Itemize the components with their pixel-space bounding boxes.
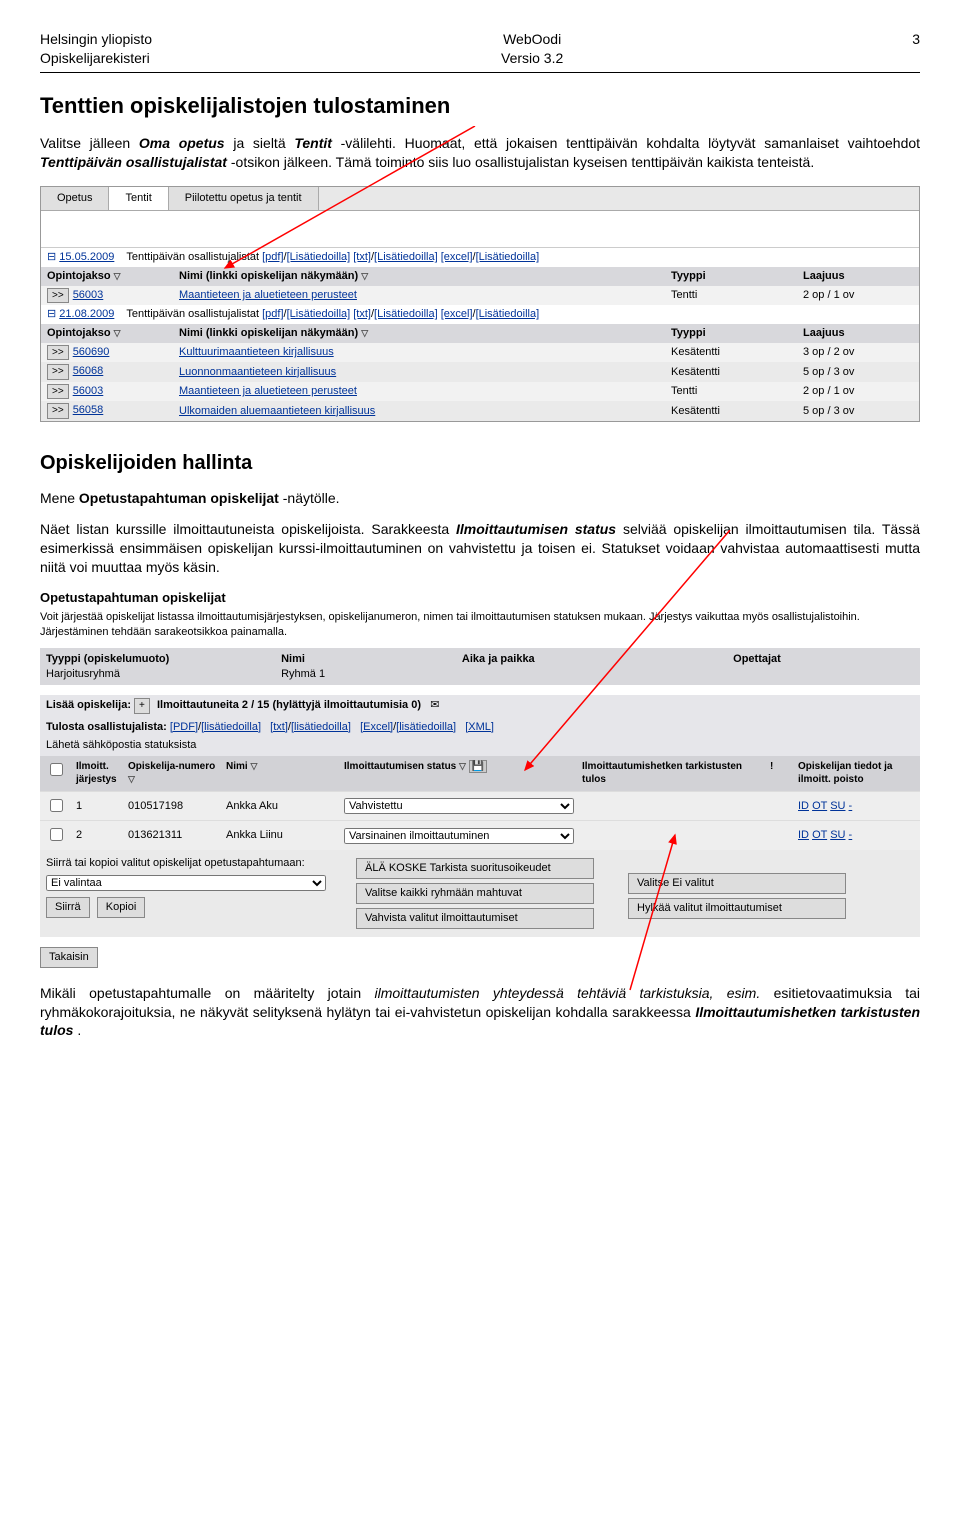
student-header: Ilmoitt. järjestys Opiskelija-numero ▽ N… — [40, 756, 920, 791]
tool-row-2: Tulosta osallistujalista: [PDF]/[lisätie… — [40, 717, 920, 738]
add-student-icon[interactable]: + — [134, 698, 150, 714]
header-center-1: WebOodi — [501, 30, 563, 49]
emph-tenttipaivan: Tenttipäivän osallistujalistat — [40, 154, 227, 170]
header-divider — [40, 72, 920, 73]
row-checkbox[interactable] — [50, 828, 63, 841]
code-link[interactable]: 56003 — [73, 289, 104, 301]
student-row-1: 1 010517198 Ankka Aku Vahvistettu ID OT … — [40, 791, 920, 821]
date-2[interactable]: 21.08.2009 — [59, 308, 114, 320]
header-center-2: Versio 3.2 — [501, 49, 563, 68]
tool-row-3: Lähetä sähköpostia statuksista — [40, 738, 920, 756]
header-left-2: Opiskelijarekisteri — [40, 49, 152, 68]
emph-tentit: Tentit — [294, 135, 332, 151]
takaisin-button[interactable]: Takaisin — [40, 947, 98, 968]
tab-bar: Opetus Tentit Piilotettu opetus ja tenti… — [41, 187, 919, 211]
select-all-checkbox[interactable] — [50, 763, 63, 776]
paragraph-1: Valitse jälleen Oma opetus ja sieltä Ten… — [40, 134, 920, 172]
btn-hylkaa[interactable]: Hylkää valitut ilmoittautumiset — [628, 898, 846, 919]
paragraph-3: Näet listan kurssille ilmoittautuneista … — [40, 520, 920, 577]
paragraph-4: Mikäli opetustapahtumalle on määritelty … — [40, 984, 920, 1041]
link-pdf-1[interactable]: [pdf] — [262, 251, 283, 263]
btn-vahvista[interactable]: Vahvista valitut ilmoittautumiset — [356, 908, 594, 929]
move-select[interactable]: Ei valintaa — [46, 875, 326, 891]
shot2-title: Opetustapahtuman opiskelijat — [40, 589, 920, 607]
shot2-intro: Voit järjestää opiskelijat listassa ilmo… — [40, 610, 920, 640]
tool-row-1: Lisää opiskelija: + Ilmoittautuneita 2 /… — [40, 695, 920, 717]
emph-oma-opetus: Oma opetus — [139, 135, 225, 151]
screenshot-opiskelijat: Opetustapahtuman opiskelijat Voit järjes… — [40, 589, 920, 970]
student-row-2: 2 013621311 Ankka Liinu Varsinainen ilmo… — [40, 820, 920, 850]
page-header: Helsingin yliopisto Opiskelijarekisteri … — [40, 30, 920, 68]
section-title-1: Tenttien opiskelijalistojen tulostaminen — [40, 91, 920, 121]
btn-valitse-ei[interactable]: Valitse Ei valitut — [628, 873, 846, 894]
footer-controls: Siirrä tai kopioi valitut opiskelijat op… — [40, 850, 920, 937]
mail-icon[interactable]: ✉ — [430, 699, 439, 711]
tab-tentit[interactable]: Tentit — [109, 187, 168, 210]
info-bar: Tyyppi (opiskelumuoto) Harjoitusryhmä Ni… — [40, 648, 920, 686]
section-title-2: Opiskelijoiden hallinta — [40, 450, 920, 477]
screenshot-tabs-table: Opetus Tentit Piilotettu opetus ja tenti… — [40, 186, 920, 422]
status-select-2[interactable]: Varsinainen ilmoittautuminen — [344, 828, 574, 844]
tab-opetus[interactable]: Opetus — [41, 187, 109, 210]
tab-piilotettu[interactable]: Piilotettu opetus ja tentit — [169, 187, 319, 210]
paragraph-2: Mene Opetustapahtuman opiskelijat -näytö… — [40, 489, 920, 508]
row-checkbox[interactable] — [50, 799, 63, 812]
date-1[interactable]: 15.05.2009 — [59, 251, 114, 263]
page-number: 3 — [912, 30, 920, 68]
btn-valitse-kaikki[interactable]: Valitse kaikki ryhmään mahtuvat — [356, 883, 594, 904]
status-select-1[interactable]: Vahvistettu — [344, 798, 574, 814]
kopioi-button[interactable]: Kopioi — [97, 897, 146, 918]
save-icon[interactable]: 💾 — [469, 760, 487, 773]
btn-tarkista[interactable]: ÄLÄ KOSKE Tarkista suoritusoikeudet — [356, 858, 594, 879]
siirra-button[interactable]: Siirrä — [46, 897, 90, 918]
header-left-1: Helsingin yliopisto — [40, 30, 152, 49]
go-button[interactable]: >> — [47, 288, 69, 304]
